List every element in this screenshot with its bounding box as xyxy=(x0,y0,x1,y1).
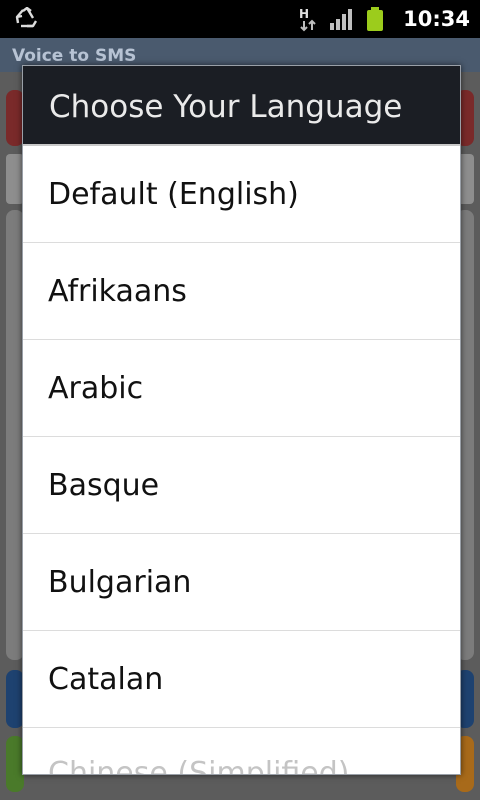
svg-text:H: H xyxy=(299,7,309,21)
status-bar: H 10:34 xyxy=(0,0,480,38)
recycle-icon xyxy=(14,7,40,31)
language-option-default[interactable]: Default (English) xyxy=(23,146,460,243)
dialog-title: Choose Your Language xyxy=(23,66,460,146)
language-option-afrikaans[interactable]: Afrikaans xyxy=(23,243,460,340)
clock-time: 10:34 xyxy=(403,7,470,31)
h-data-icon: H xyxy=(297,6,319,32)
language-option-arabic[interactable]: Arabic xyxy=(23,340,460,437)
language-option-basque[interactable]: Basque xyxy=(23,437,460,534)
language-option-chinese-simplified[interactable]: Chinese (Simplified) xyxy=(23,728,460,774)
language-option-bulgarian[interactable]: Bulgarian xyxy=(23,534,460,631)
signal-icon xyxy=(329,7,355,31)
language-dialog: Choose Your Language Default (English) A… xyxy=(22,65,461,775)
language-list[interactable]: Default (English) Afrikaans Arabic Basqu… xyxy=(23,146,460,774)
battery-icon xyxy=(365,6,385,32)
language-option-catalan[interactable]: Catalan xyxy=(23,631,460,728)
